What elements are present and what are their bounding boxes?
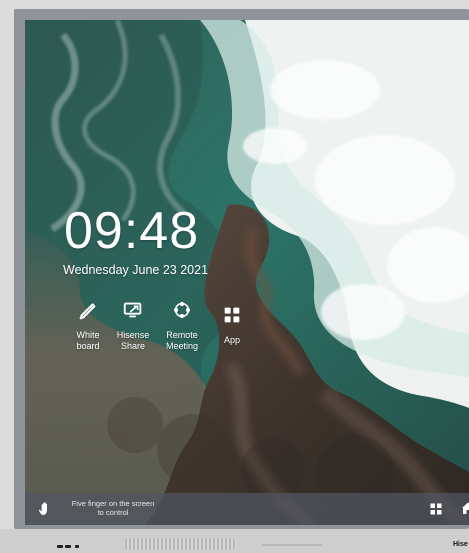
gesture-hint: Five finger on the screen to control [71,499,155,517]
remote-meeting-button[interactable]: Remote Meeting [157,296,207,354]
status-indicator [57,545,63,548]
front-panel-line [262,544,322,546]
meeting-icon [173,301,191,318]
device-bottom-panel: Hise [0,529,469,553]
current-date: Wednesday June 23 2021 [63,263,209,277]
app-grid-icon [224,307,240,323]
status-indicator [75,545,79,548]
bottom-taskbar: Five finger on the screen to control [25,493,469,525]
hand-icon[interactable] [37,500,53,518]
status-indicator [65,545,71,548]
home-app-shortcuts: White board Hisense Share Remote Meeting… [57,296,267,356]
whiteboard-button[interactable]: White board [63,296,113,354]
hisense-share-button[interactable]: Hisense Share [108,296,158,354]
status-indicators [57,545,87,549]
hisense-share-label: Hisense Share [116,329,150,351]
pen-icon [79,302,96,319]
speaker-grille [125,538,237,550]
remote-meeting-label: Remote Meeting [165,329,199,351]
brand-logo: Hise [453,541,468,548]
display-device: 09:48 Wednesday June 23 2021 White board… [0,0,469,553]
home-screen: 09:48 Wednesday June 23 2021 White board… [25,20,469,525]
apps-grid-icon[interactable] [430,503,442,515]
home-icon[interactable] [461,501,469,515]
app-label: App [223,335,240,345]
screen-share-icon [123,302,142,317]
whiteboard-label: White board [76,329,100,351]
app-button[interactable]: App [207,296,257,354]
clock-time: 09:48 [64,202,200,260]
